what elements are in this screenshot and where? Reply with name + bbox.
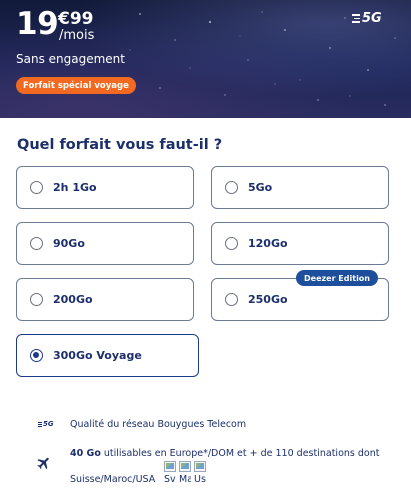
flag-usa-icon	[194, 461, 206, 472]
option-90go[interactable]: 90Go	[16, 222, 194, 265]
option-label: 300Go Voyage	[53, 349, 142, 362]
price-main: 19	[16, 6, 59, 42]
option-label: 250Go	[248, 293, 288, 306]
option-label: 90Go	[53, 237, 85, 250]
price-period: /mois	[59, 28, 95, 43]
option-300go-voyage[interactable]: 300Go Voyage	[16, 334, 199, 377]
option-label: 5Go	[248, 181, 273, 194]
flag-morocco-icon	[179, 461, 191, 472]
network-5g-label: 5G	[362, 11, 382, 26]
signal-lines-icon	[352, 14, 360, 23]
radio-button[interactable]	[30, 181, 43, 194]
data-amount: 40 Go	[70, 448, 101, 459]
network-5g-icon-label: 5G	[43, 420, 54, 428]
option-250go[interactable]: 250Go Deezer Edition	[211, 270, 389, 321]
radio-button-selected[interactable]	[30, 349, 43, 362]
feature-data-text: 40 Go utilisables en Europe*/DOM et + de…	[70, 448, 379, 459]
option-label: 120Go	[248, 237, 288, 250]
network-5g-badge: 5G	[352, 11, 382, 26]
price-cents: €99	[58, 9, 94, 29]
radio-button[interactable]	[225, 181, 238, 194]
flag-usa-alt: Us	[194, 474, 206, 485]
flag-morocco-alt: Ma	[179, 474, 191, 485]
section-question: Quel forfait vous faut-il ?	[17, 137, 223, 153]
option-label: 2h 1Go	[53, 181, 97, 194]
data-description: utilisables en Europe*/DOM et + de 110 d…	[100, 448, 380, 459]
option-5go[interactable]: 5Go	[211, 166, 389, 209]
radio-button[interactable]	[225, 293, 238, 306]
feature-network-text: Qualité du réseau Bouygues Telecom	[70, 419, 247, 430]
deezer-edition-tag: Deezer Edition	[296, 270, 378, 286]
option-120go[interactable]: 120Go	[211, 222, 389, 265]
radio-button[interactable]	[30, 237, 43, 250]
destinations-text: Suisse/Maroc/USA	[70, 474, 156, 485]
option-2h-1go[interactable]: 2h 1Go	[16, 166, 194, 209]
network-5g-icon: 5G	[38, 420, 54, 428]
promo-badge: Forfait spécial voyage	[16, 77, 136, 94]
flag-switzerland-icon	[164, 461, 176, 472]
plane-icon	[37, 457, 49, 470]
option-label: 200Go	[53, 293, 93, 306]
hero-subtitle: Sans engagement	[16, 52, 125, 66]
option-200go[interactable]: 200Go	[16, 278, 194, 321]
hero-banner: 19 €99 /mois 5G Sans engagement Forfait …	[0, 0, 411, 118]
radio-button[interactable]	[30, 293, 43, 306]
radio-button[interactable]	[225, 237, 238, 250]
flag-switzerland-alt: Sv	[164, 474, 176, 485]
